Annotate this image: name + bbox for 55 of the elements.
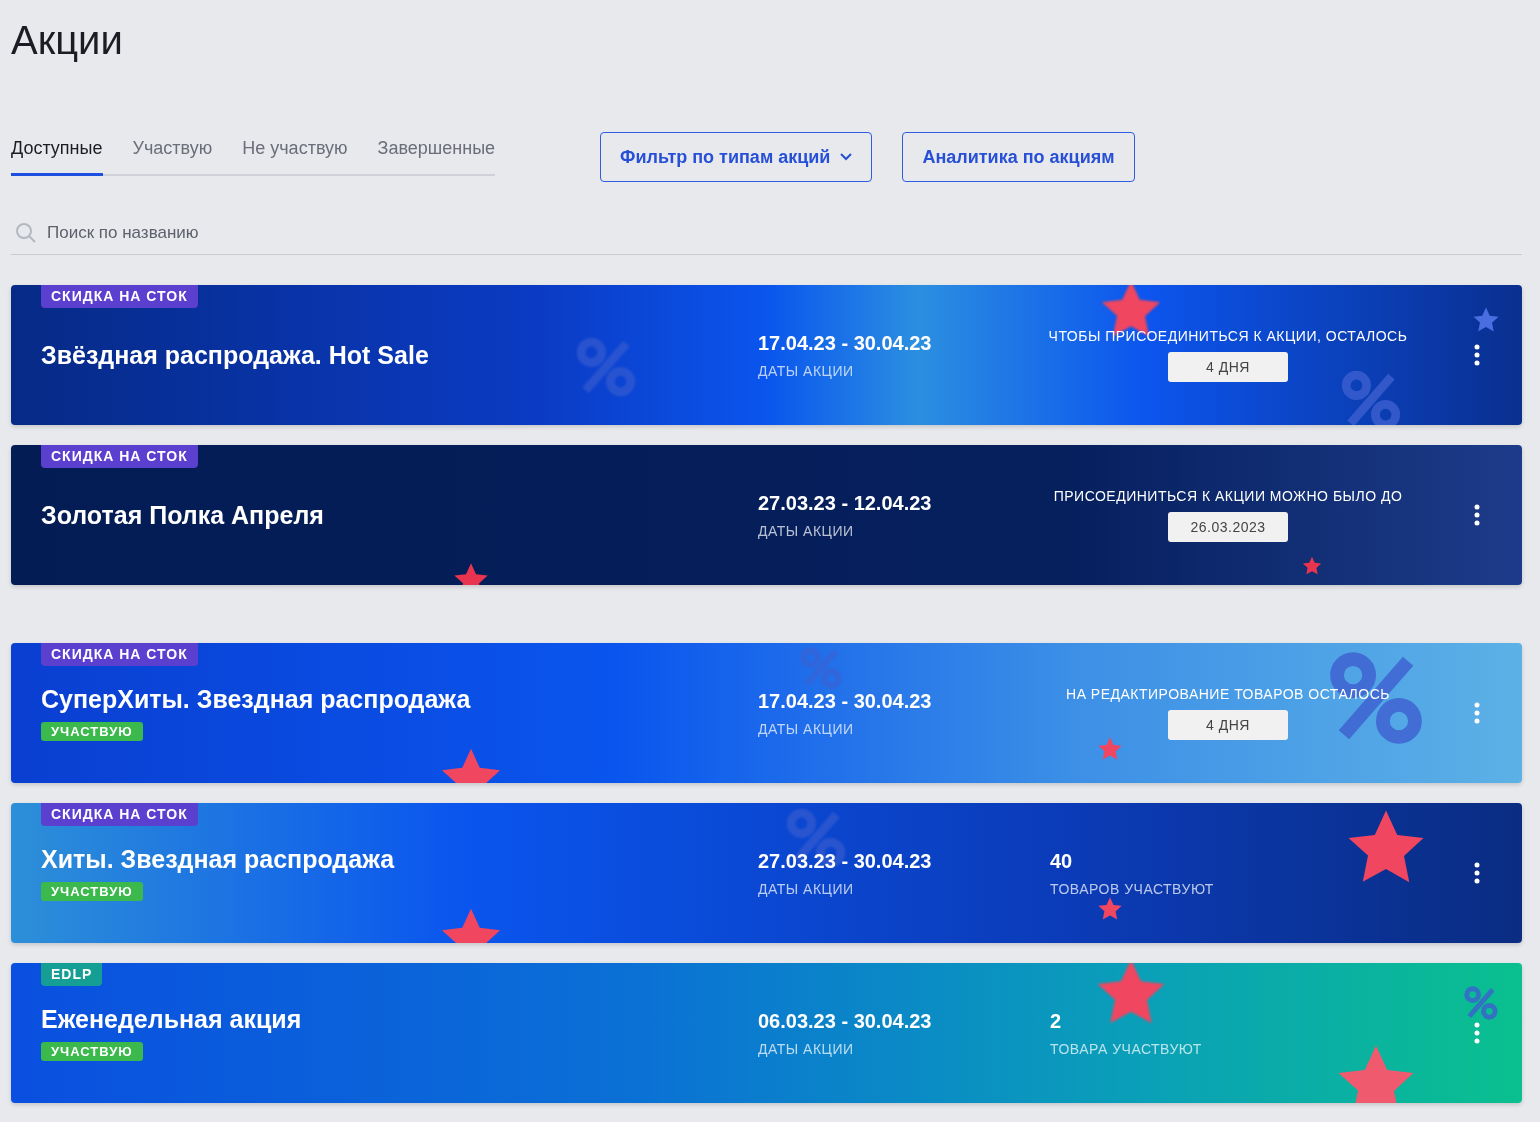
kebab-icon — [1474, 344, 1480, 366]
deadline-caption: НА РЕДАКТИРОВАНИЕ ТОВАРОВ ОСТАЛОСЬ — [1066, 686, 1390, 702]
promotion-type-tag: СКИДКА НА СТОК — [41, 285, 198, 308]
filter-dropdown-button[interactable]: Фильтр по типам акций — [600, 132, 873, 182]
search-icon — [15, 222, 37, 244]
participating-badge: УЧАСТВУЮ — [41, 882, 143, 901]
tab[interactable]: Участвую — [132, 138, 213, 176]
promotion-type-tag: СКИДКА НА СТОК — [41, 643, 198, 666]
products-caption: ТОВАРА УЧАСТВУЮТ — [1050, 1040, 1202, 1057]
star-icon — [1301, 555, 1323, 577]
tab[interactable]: Не участвую — [242, 138, 348, 176]
dates-caption: ДАТЫ АКЦИИ — [758, 362, 854, 379]
tab[interactable]: Завершенные — [377, 138, 496, 176]
percent-icon — [1461, 983, 1501, 1023]
promotion-title: Золотая Полка Апреля — [41, 500, 324, 530]
deadline-caption: ЧТОБЫ ПРИСОЕДИНИТЬСЯ К АКЦИИ, ОСТАЛОСЬ — [1048, 328, 1408, 344]
dates-caption: ДАТЫ АКЦИИ — [758, 880, 854, 897]
promotion-card[interactable]: СКИДКА НА СТОК Золотая Полка Апреля 27.03.23 - 12.04.23 ДАТЫ АКЦИИ ПРИСОЕДИНИТЬСЯ К АКЦИИ МОЖНО БЫЛО ДО 26.03.2023 — [11, 445, 1522, 585]
promotion-title: Хиты. Звездная распродажа — [41, 845, 395, 874]
promotion-card[interactable]: СКИДКА НА СТОК СуперХиты. Звездная распродажа УЧАСТВУЮ 17.04.23 - 30.04.23 ДАТЫ АКЦИИ НА РЕДАКТИРОВАНИЕ ТОВАРОВ ОСТАЛОСЬ 4 ДНЯ — [11, 643, 1522, 783]
promotion-dates: 17.04.23 - 30.04.23 — [758, 331, 932, 355]
participating-badge: УЧАСТВУЮ — [41, 1042, 143, 1061]
promotion-type-tag: СКИДКА НА СТОК — [41, 445, 198, 468]
products-caption: ТОВАРОВ УЧАСТВУЮТ — [1050, 880, 1214, 897]
promotion-type-tag: СКИДКА НА СТОК — [41, 803, 198, 826]
analytics-button[interactable]: Аналитика по акциям — [902, 132, 1135, 182]
promotion-card[interactable]: СКИДКА НА СТОК Звёздная распродажа. Hot Sale 17.04.23 - 30.04.23 ДАТЫ АКЦИИ ЧТОБЫ ПРИСОЕДИНИТЬСЯ К АКЦИИ, ОСТАЛОСЬ 4 ДНЯ — [11, 285, 1522, 425]
page-title: Акции — [11, 17, 124, 64]
dates-caption: ДАТЫ АКЦИИ — [758, 1040, 854, 1057]
dates-caption: ДАТЫ АКЦИИ — [758, 720, 854, 737]
promotion-title: СуперХиты. Звездная распродажа — [41, 685, 471, 714]
dates-caption: ДАТЫ АКЦИИ — [758, 522, 854, 539]
products-count: 2 — [1050, 1009, 1062, 1033]
participating-badge: УЧАСТВУЮ — [41, 722, 143, 741]
promotion-type-tag: EDLP — [41, 963, 103, 986]
promotion-dates: 27.03.23 - 30.04.23 — [758, 849, 932, 873]
kebab-icon — [1474, 1022, 1480, 1044]
chevron-down-icon — [840, 153, 853, 161]
promotion-card[interactable]: EDLP Еженедельная акция УЧАСТВУЮ 06.03.23 - 30.04.23 ДАТЫ АКЦИИ 2 ТОВАРА УЧАСТВУЮТ — [11, 963, 1522, 1103]
deadline-caption: ПРИСОЕДИНИТЬСЯ К АКЦИИ МОЖНО БЫЛО ДО — [1053, 488, 1403, 504]
kebab-icon — [1474, 504, 1480, 526]
search-field[interactable]: Поиск по названию — [45, 222, 1522, 244]
promotion-card[interactable]: СКИДКА НА СТОК Хиты. Звездная распродажа УЧАСТВУЮ 27.03.23 - 30.04.23 ДАТЫ АКЦИИ 40 ТОВАРОВ УЧАСТВУЮТ — [11, 803, 1522, 943]
days-left-pill: 26.03.2023 — [1168, 512, 1288, 542]
products-count: 40 — [1050, 849, 1073, 873]
tab[interactable]: Доступные — [11, 138, 103, 176]
promotion-dates: 27.03.23 - 12.04.23 — [758, 491, 932, 515]
promotion-title: Звёздная распродажа. Hot Sale — [41, 340, 429, 370]
days-left-pill: 4 ДНЯ — [1168, 352, 1288, 382]
promotion-dates: 06.03.23 - 30.04.23 — [758, 1009, 932, 1033]
kebab-icon — [1474, 862, 1480, 884]
kebab-icon — [1474, 702, 1480, 724]
promotion-dates: 17.04.23 - 30.04.23 — [758, 689, 932, 713]
days-left-pill: 4 ДНЯ — [1168, 710, 1288, 740]
promotion-title: Еженедельная акция — [41, 1005, 302, 1034]
